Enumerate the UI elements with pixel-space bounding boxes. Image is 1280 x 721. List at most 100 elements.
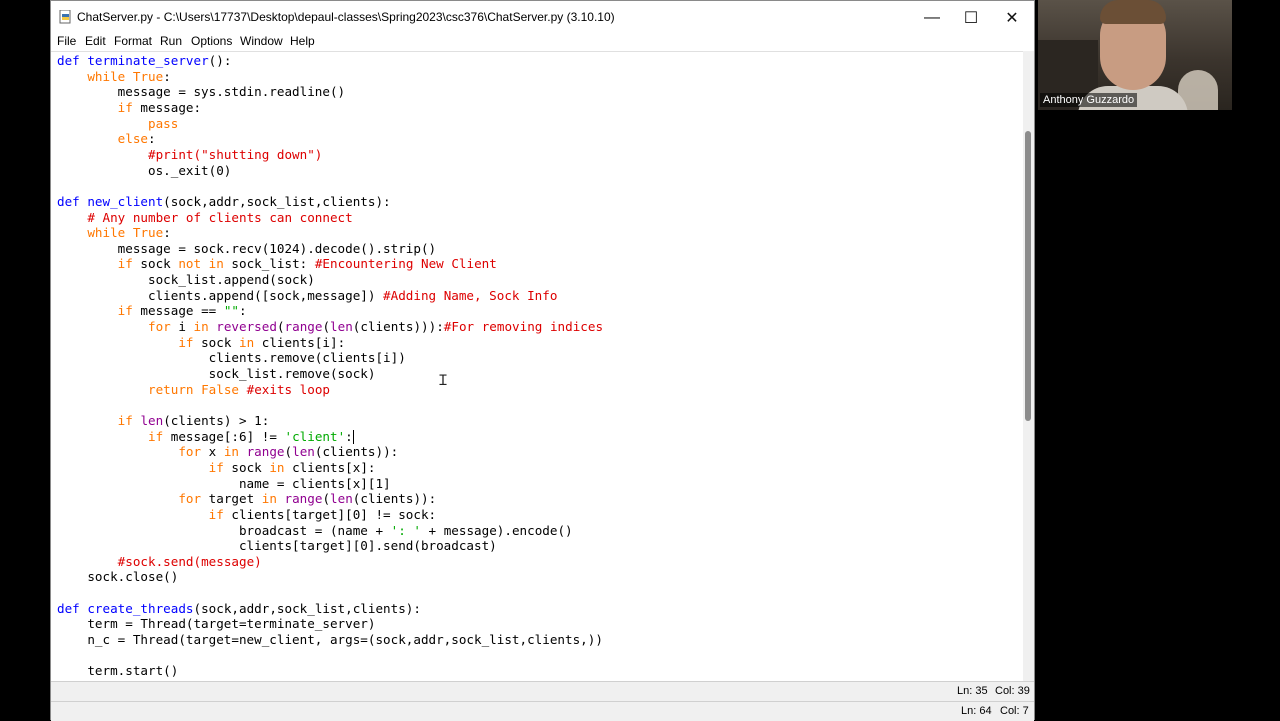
code-token: terminate_server bbox=[87, 53, 209, 68]
code-line[interactable]: #sock.send(message) bbox=[57, 554, 262, 570]
code-token: sock bbox=[223, 459, 270, 475]
menu-help[interactable]: Help bbox=[290, 34, 315, 48]
code-line[interactable]: #print("shutting down") bbox=[57, 147, 322, 163]
menu-format[interactable]: Format bbox=[114, 34, 152, 48]
code-token: while bbox=[87, 225, 126, 241]
code-line[interactable]: while True: bbox=[57, 68, 171, 85]
menu-run[interactable]: Run bbox=[160, 34, 182, 48]
code-token: new_client bbox=[87, 193, 164, 209]
code-line[interactable]: if message: bbox=[57, 100, 201, 116]
code-token: clients[i]: bbox=[254, 334, 346, 350]
code-line[interactable]: sock_list.remove(sock) bbox=[57, 366, 376, 382]
code-line[interactable]: pass bbox=[57, 116, 178, 132]
vertical-scrollbar[interactable] bbox=[1023, 51, 1034, 681]
code-token: for bbox=[148, 319, 171, 335]
code-token: (clients)): bbox=[352, 491, 437, 507]
code-token: (clients) > 1: bbox=[163, 412, 270, 428]
code-token: i bbox=[170, 319, 194, 335]
code-line[interactable]: if message == "": bbox=[57, 303, 247, 319]
code-line[interactable]: if clients[target][0] != sock: bbox=[57, 507, 436, 523]
code-line[interactable]: message = sock.recv(1024).decode().strip… bbox=[57, 241, 436, 257]
code-token: message = sock.recv(1024).decode().strip… bbox=[57, 240, 437, 256]
code-token: clients[target][0] != sock: bbox=[223, 506, 437, 522]
code-token: #print("shutting down") bbox=[148, 146, 323, 162]
code-line[interactable]: clients.append([sock,message]) #Adding N… bbox=[57, 288, 557, 304]
code-line[interactable]: if len(clients) > 1: bbox=[57, 412, 270, 429]
code-token: clients[target][0].send(broadcast) bbox=[57, 538, 497, 554]
code-token: if bbox=[208, 506, 224, 522]
code-line[interactable]: if sock in clients[i]: bbox=[57, 335, 345, 351]
menu-edit[interactable]: Edit bbox=[85, 34, 106, 48]
code-line[interactable]: def create_threads(sock,addr,sock_list,c… bbox=[57, 601, 421, 617]
code-token: clients.append([sock,message]) bbox=[57, 287, 384, 303]
code-line[interactable]: n_c = Thread(target=new_client, args=(so… bbox=[57, 632, 603, 648]
code-token: #Adding Name, Sock Info bbox=[383, 287, 558, 303]
code-editor[interactable]: def terminate_server(): while True: mess… bbox=[51, 51, 1023, 682]
code-token: clients.remove(clients[i]) bbox=[57, 350, 406, 366]
menu-file[interactable]: File bbox=[57, 34, 76, 48]
code-token: : bbox=[163, 68, 171, 84]
code-token: True bbox=[132, 225, 164, 241]
code-line[interactable]: else: bbox=[57, 131, 156, 147]
code-line[interactable]: message = sys.stdin.readline() bbox=[57, 84, 345, 100]
code-line[interactable]: # Any number of clients can connect bbox=[57, 210, 352, 226]
code-line[interactable]: term.start() bbox=[57, 663, 178, 679]
code-token: create_threads bbox=[87, 600, 194, 616]
code-line[interactable]: os._exit(0) bbox=[57, 163, 231, 179]
code-line[interactable]: for x in range(len(clients)): bbox=[57, 444, 398, 460]
code-line[interactable]: term = Thread(target=terminate_server) bbox=[57, 616, 375, 632]
code-line[interactable]: while True: bbox=[57, 225, 171, 241]
code-token: range bbox=[246, 444, 285, 460]
minimize-icon: — bbox=[924, 9, 940, 26]
code-token: False bbox=[201, 381, 240, 397]
code-token: x bbox=[201, 444, 224, 460]
menu-options[interactable]: Options bbox=[191, 34, 232, 48]
code-line[interactable]: if sock not in sock_list: #Encountering … bbox=[57, 256, 497, 272]
code-line[interactable]: sock.close() bbox=[57, 569, 178, 585]
minimize-button[interactable]: — bbox=[913, 5, 951, 31]
code-line[interactable]: sock_list.append(sock) bbox=[57, 272, 315, 288]
code-token: #For removing indices bbox=[443, 319, 604, 335]
code-token: if bbox=[117, 412, 133, 428]
code-token: target bbox=[201, 491, 262, 507]
maximize-button[interactable]: ☐ bbox=[952, 5, 990, 31]
code-token: if bbox=[148, 428, 164, 444]
code-line[interactable]: broadcast = (name + ': ' + message).enco… bbox=[57, 523, 573, 539]
code-token: clients[x]: bbox=[284, 459, 376, 475]
i-beam-cursor-icon: Ｉ bbox=[436, 373, 450, 389]
code-line[interactable]: clients[target][0].send(broadcast) bbox=[57, 538, 497, 554]
code-token: (sock,addr,sock_list,clients): bbox=[193, 600, 421, 616]
code-line[interactable]: return False #exits loop bbox=[57, 382, 330, 398]
code-token: for bbox=[178, 444, 202, 460]
code-line[interactable]: clients.remove(clients[i]) bbox=[57, 350, 406, 366]
scrollbar-thumb[interactable] bbox=[1025, 131, 1031, 421]
code-line[interactable]: for i in reversed(range(len(clients))):#… bbox=[57, 319, 603, 335]
code-line[interactable]: for target in range(len(clients)): bbox=[57, 491, 436, 507]
code-token: os._exit(0) bbox=[57, 162, 232, 178]
code-line[interactable]: def terminate_server(): bbox=[57, 53, 231, 69]
code-token: sock.close() bbox=[57, 569, 179, 585]
close-button[interactable]: ✕ bbox=[993, 5, 1031, 31]
title-bar[interactable]: ChatServer.py - C:\Users\17737\Desktop\d… bbox=[51, 1, 1034, 34]
code-token: sock_list.append(sock) bbox=[57, 272, 315, 288]
code-token: ( bbox=[322, 319, 331, 335]
code-token: ': ' bbox=[390, 522, 421, 538]
menu-window[interactable]: Window bbox=[240, 34, 283, 48]
code-token: range bbox=[284, 491, 323, 507]
code-token: len bbox=[330, 319, 353, 335]
code-token: if bbox=[208, 459, 224, 475]
code-line[interactable]: def new_client(sock,addr,sock_list,clien… bbox=[57, 194, 391, 210]
code-token: 'client' bbox=[284, 428, 346, 444]
code-line[interactable]: if sock in clients[x]: bbox=[57, 460, 376, 476]
code-line[interactable]: if message[:6] != 'client': bbox=[57, 429, 354, 445]
code-token: : bbox=[163, 225, 171, 241]
code-token: else bbox=[117, 131, 149, 147]
code-line[interactable]: name = clients[x][1] bbox=[57, 476, 391, 492]
